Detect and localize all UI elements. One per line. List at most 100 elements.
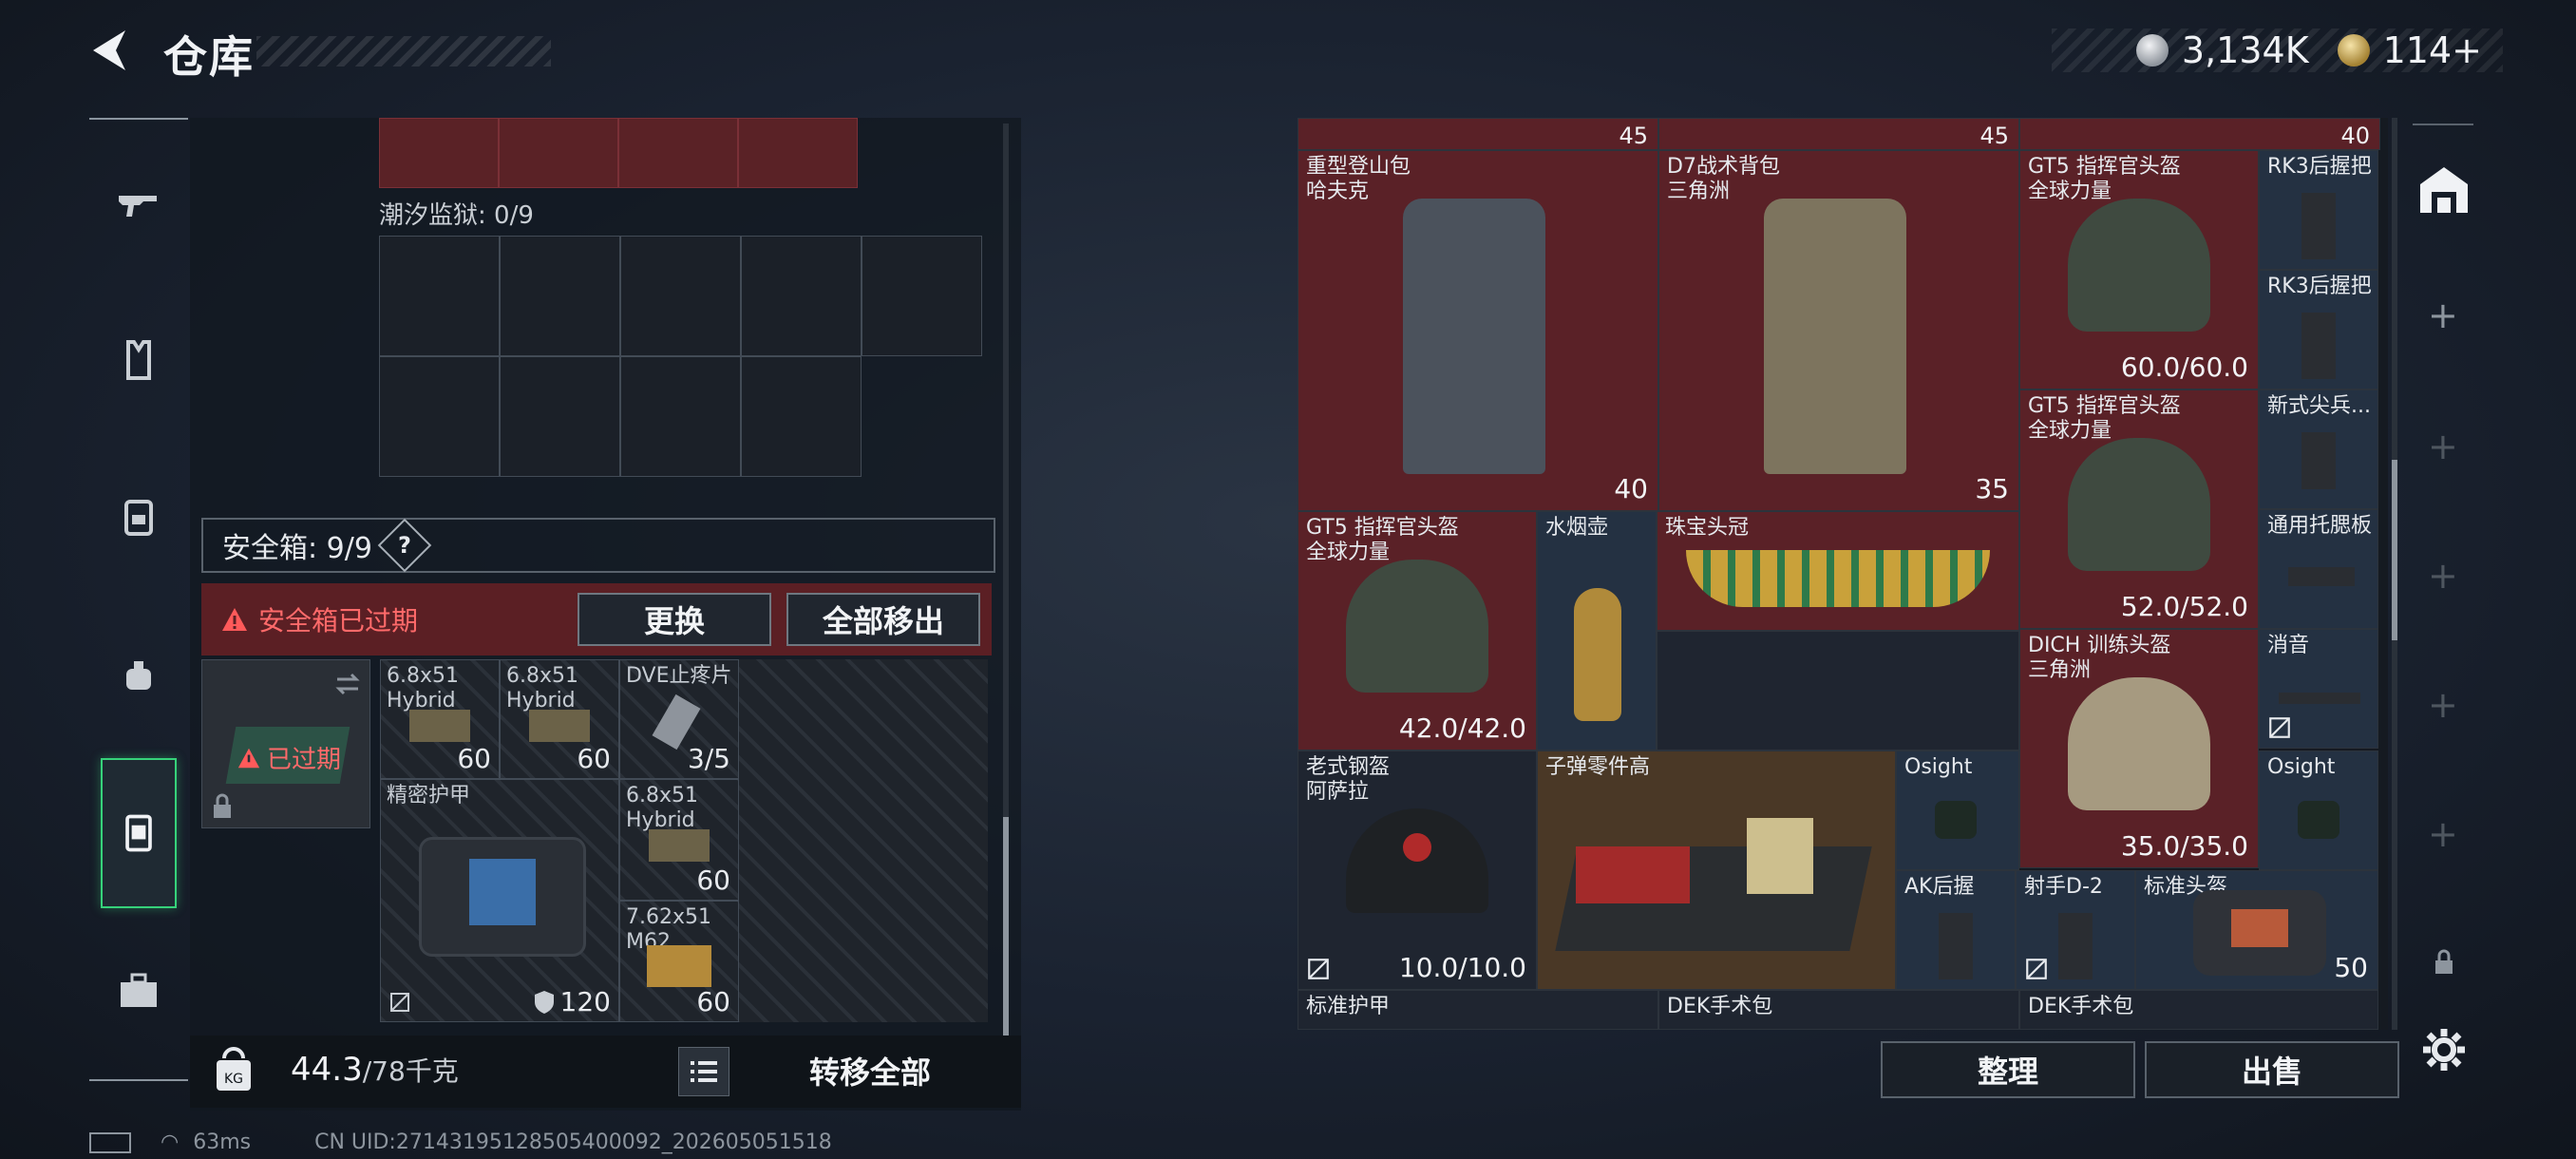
add-stash-button[interactable]: + bbox=[2428, 555, 2458, 597]
rail-safebox[interactable] bbox=[101, 758, 177, 908]
item-osight[interactable]: Osight bbox=[2259, 750, 2378, 870]
item-d7-backpack[interactable]: D7战术背包 三角洲 35 bbox=[1658, 150, 2019, 511]
rail-vest[interactable] bbox=[99, 308, 179, 412]
category-rail bbox=[89, 118, 188, 1081]
item-slot[interactable]: 45 bbox=[1297, 118, 1658, 150]
helmet-image bbox=[1346, 808, 1488, 913]
empty-slot[interactable] bbox=[620, 236, 741, 356]
backpack-icon bbox=[124, 500, 153, 536]
item-rk3-grip[interactable]: RK3后握把 bbox=[2259, 270, 2378, 390]
add-stash-button[interactable]: + bbox=[2428, 684, 2458, 726]
list-view-button[interactable] bbox=[678, 1047, 729, 1096]
transfer-all-button[interactable]: 转移全部 bbox=[747, 1041, 994, 1100]
move-all-out-button[interactable]: 全部移出 bbox=[786, 593, 980, 646]
item-suppressor[interactable]: 消音 bbox=[2259, 629, 2378, 749]
sort-button[interactable]: 整理 bbox=[1881, 1041, 2135, 1098]
stash-panel: 45 45 40 重型登山包 哈夫克 40 D7战术背包 三角洲 35 GT5 … bbox=[1297, 118, 2388, 1030]
item-standard-helmet[interactable]: 标准头盔 50 bbox=[2135, 870, 2378, 990]
empty-slot[interactable] bbox=[741, 356, 862, 477]
item-shooter-d2[interactable]: 射手D-2 bbox=[2016, 870, 2135, 990]
item-slot[interactable] bbox=[499, 118, 618, 188]
silver-coin-icon bbox=[2135, 34, 2169, 66]
weight-icon: KG bbox=[217, 1047, 251, 1091]
item-gt5-helmet[interactable]: GT5 指挥官头盔 全球力量 60.0/60.0 bbox=[2019, 150, 2259, 390]
item-rk3-grip[interactable]: RK3后握把 bbox=[2259, 150, 2378, 270]
empty-slot[interactable] bbox=[379, 356, 500, 477]
item-ammo-parts[interactable]: 子弹零件高 bbox=[1537, 750, 1896, 990]
status-bar: ◠ 63ms CN UID:27143195128505400092_20260… bbox=[89, 1130, 832, 1154]
empty-slot[interactable] bbox=[379, 236, 500, 356]
list-icon bbox=[691, 1061, 717, 1082]
rail-pouch[interactable] bbox=[99, 623, 179, 728]
item-ammo[interactable]: 6.8x51 Hybrid 60 bbox=[380, 659, 500, 779]
lock-icon bbox=[214, 793, 231, 818]
empty-slot[interactable] bbox=[741, 236, 862, 356]
item-gt5-helmet[interactable]: GT5 指挥官头盔 全球力量 52.0/52.0 bbox=[2019, 390, 2259, 629]
right-scrollbar-thumb[interactable] bbox=[2392, 460, 2397, 640]
item-slot[interactable] bbox=[738, 118, 858, 188]
left-scrollbar-thumb[interactable] bbox=[1003, 817, 1009, 1036]
item-dek-kit[interactable]: DEK手术包 bbox=[2019, 990, 2378, 1030]
add-stash-button[interactable]: + bbox=[2428, 426, 2458, 467]
unlock-icon bbox=[2269, 717, 2290, 738]
item-armor[interactable]: 精密护甲 120 bbox=[380, 779, 619, 1022]
empty-slot[interactable] bbox=[862, 236, 982, 356]
item-dek-kit[interactable]: DEK手术包 bbox=[1658, 990, 2019, 1030]
empty-slot[interactable] bbox=[620, 356, 741, 477]
svg-text:KG: KG bbox=[224, 1072, 243, 1087]
empty-slot[interactable] bbox=[1657, 631, 2019, 750]
ammo-box-image bbox=[409, 710, 470, 742]
lock-icon[interactable] bbox=[2432, 948, 2456, 977]
item-gt5-helmet[interactable]: GT5 指挥官头盔 全球力量 42.0/42.0 bbox=[1297, 511, 1537, 750]
item-new-grip[interactable]: 新式尖兵... bbox=[2259, 390, 2378, 509]
expired-badge: 已过期 bbox=[237, 740, 341, 775]
item-ammo[interactable]: 7.62x51 M62 60 bbox=[619, 901, 739, 1022]
shield-icon bbox=[535, 991, 554, 1014]
rail-weapon[interactable] bbox=[99, 152, 179, 256]
item-osight[interactable]: Osight bbox=[1896, 750, 2019, 870]
item-slot[interactable] bbox=[379, 118, 499, 188]
item-heavy-backpack[interactable]: 重型登山包 哈夫克 40 bbox=[1297, 150, 1658, 511]
item-jewel-crown[interactable]: 珠宝头冠 bbox=[1657, 511, 2019, 631]
gold-balance[interactable]: 114+ bbox=[2383, 29, 2482, 71]
item-painkiller[interactable]: DVE止疼片 3/5 bbox=[619, 659, 739, 779]
pouch-icon bbox=[126, 661, 151, 690]
battery-icon bbox=[89, 1132, 131, 1153]
weight-max: /78千克 bbox=[362, 1055, 459, 1087]
backpack-image bbox=[1403, 199, 1545, 474]
item-cheek-rest[interactable]: 通用托腮板 bbox=[2259, 509, 2378, 629]
item-slot[interactable]: 45 bbox=[1658, 118, 2019, 150]
item-hookah[interactable]: 水烟壶 bbox=[1537, 511, 1657, 750]
replace-button[interactable]: 更换 bbox=[578, 593, 771, 646]
item-old-helmet[interactable]: 老式钢盔 阿萨拉 10.0/10.0 bbox=[1297, 750, 1537, 990]
warning-icon bbox=[237, 748, 260, 768]
empty-slot[interactable] bbox=[500, 236, 620, 356]
item-ammo[interactable]: 6.8x51 Hybrid 60 bbox=[500, 659, 619, 779]
sell-button[interactable]: 出售 bbox=[2145, 1041, 2399, 1098]
gold-coin-icon bbox=[2337, 34, 2370, 66]
item-slot[interactable]: 40 bbox=[2019, 118, 2380, 150]
item-dich-helmet[interactable]: DICH 训练头盔 三角洲 35.0/35.0 bbox=[2019, 629, 2259, 868]
help-icon[interactable]: ? bbox=[377, 518, 432, 573]
item-ak-grip[interactable]: AK后握 bbox=[1896, 870, 2016, 990]
ammo-box-image bbox=[649, 829, 710, 862]
item-ammo[interactable]: 6.8x51 Hybrid 60 bbox=[619, 779, 739, 901]
back-arrow-icon[interactable] bbox=[87, 27, 135, 74]
silver-balance: 3,134K bbox=[2181, 29, 2309, 71]
rail-toolbox[interactable] bbox=[99, 939, 179, 1043]
gear-icon[interactable] bbox=[2420, 1026, 2468, 1074]
tide-prison-label: 潮汐监狱: 0/9 bbox=[379, 201, 534, 230]
ping-readout: 63ms bbox=[193, 1130, 252, 1154]
item-standard-armor[interactable]: 标准护甲 bbox=[1297, 990, 1658, 1030]
warehouse-icon[interactable] bbox=[2416, 163, 2472, 217]
unlock-icon bbox=[2026, 959, 2047, 979]
add-stash-button[interactable]: + bbox=[2428, 294, 2458, 336]
safebox-slot[interactable]: 已过期 bbox=[201, 659, 370, 828]
painkiller-image bbox=[652, 694, 701, 750]
safebox-icon bbox=[125, 814, 152, 852]
swap-icon[interactable] bbox=[333, 670, 362, 698]
item-slot[interactable] bbox=[618, 118, 738, 188]
add-stash-button[interactable]: + bbox=[2428, 813, 2458, 855]
rail-backpack[interactable] bbox=[99, 464, 179, 568]
empty-slot[interactable] bbox=[500, 356, 620, 477]
